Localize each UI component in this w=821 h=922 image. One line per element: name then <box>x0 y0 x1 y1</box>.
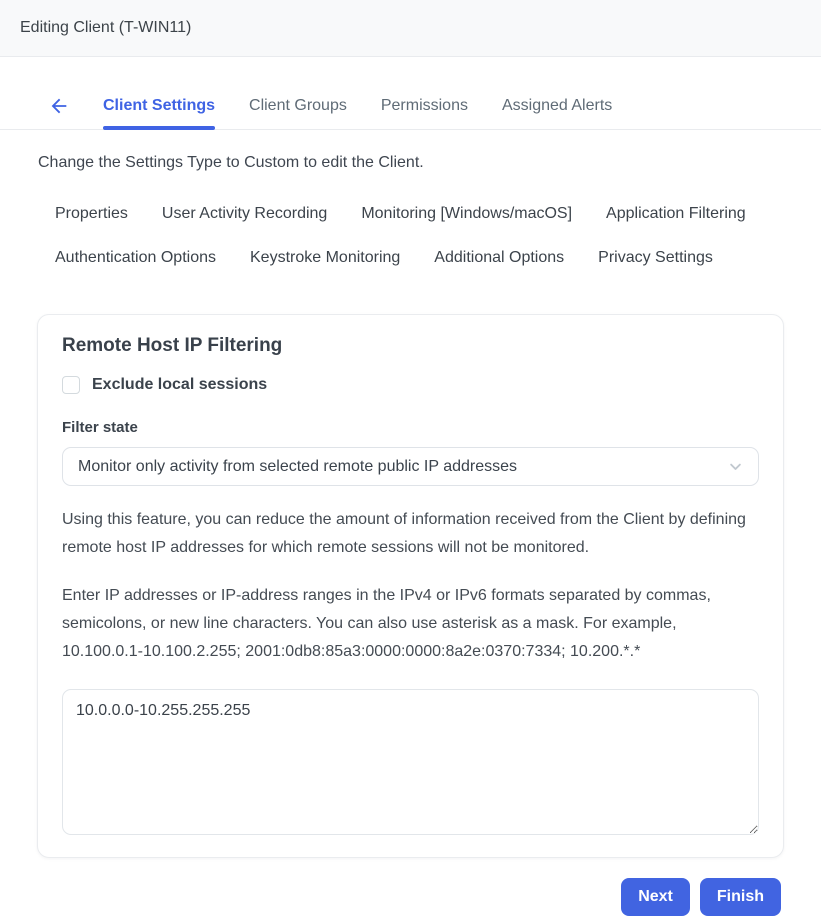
subtab-additional-options[interactable]: Additional Options <box>417 248 581 268</box>
filter-state-select[interactable]: Monitor only activity from selected remo… <box>62 447 759 486</box>
window-header: Editing Client (T-WIN11) <box>0 0 821 57</box>
next-button[interactable]: Next <box>621 878 690 916</box>
subtab-properties[interactable]: Properties <box>38 204 145 224</box>
page-title: Editing Client (T-WIN11) <box>20 19 192 36</box>
settings-type-notice: Change the Settings Type to Custom to ed… <box>38 154 424 171</box>
subtab-application-filtering[interactable]: Application Filtering <box>589 204 763 224</box>
ip-format-instructions: Enter IP addresses or IP-address ranges … <box>62 587 711 660</box>
finish-button[interactable]: Finish <box>699 878 781 916</box>
main-tab-bar: Client Settings Client Groups Permission… <box>0 95 821 130</box>
chevron-down-icon <box>730 463 741 470</box>
tab-permissions[interactable]: Permissions <box>381 97 468 129</box>
arrow-left-icon <box>51 98 67 114</box>
feature-description: Using this feature, you can reduce the a… <box>62 511 746 556</box>
subtab-authentication-options[interactable]: Authentication Options <box>38 248 233 268</box>
settings-subtab-bar: Properties User Activity Recording Monit… <box>38 204 811 268</box>
subtab-monitoring[interactable]: Monitoring [Windows/macOS] <box>344 204 589 224</box>
subtab-privacy-settings[interactable]: Privacy Settings <box>581 248 730 268</box>
ip-address-list-input[interactable]: 10.0.0.0-10.255.255.255 <box>62 689 759 835</box>
tab-client-settings[interactable]: Client Settings <box>103 97 216 130</box>
tab-client-groups[interactable]: Client Groups <box>249 97 347 129</box>
exclude-local-sessions-row[interactable]: Exclude local sessions <box>62 376 759 394</box>
back-button[interactable] <box>48 95 70 129</box>
subtab-keystroke-monitoring[interactable]: Keystroke Monitoring <box>233 248 417 268</box>
exclude-local-sessions-checkbox[interactable] <box>62 376 80 394</box>
tab-assigned-alerts[interactable]: Assigned Alerts <box>502 97 612 129</box>
subtab-user-activity-recording[interactable]: User Activity Recording <box>145 204 344 224</box>
exclude-local-sessions-label: Exclude local sessions <box>92 376 268 393</box>
remote-host-ip-filtering-card: Remote Host IP Filtering Exclude local s… <box>37 314 784 858</box>
card-title: Remote Host IP Filtering <box>62 335 283 356</box>
filter-state-label: Filter state <box>62 419 138 436</box>
wizard-footer: Next Finish <box>0 878 781 916</box>
filter-state-selected-value: Monitor only activity from selected remo… <box>78 457 518 475</box>
